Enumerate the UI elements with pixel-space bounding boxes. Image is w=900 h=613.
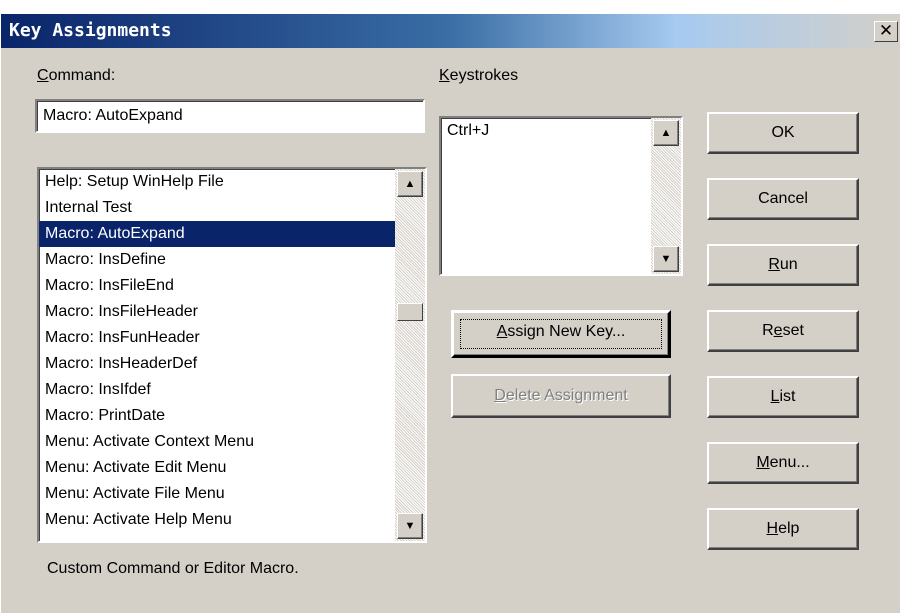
scroll-up-icon: ▲ xyxy=(404,178,416,190)
keystrokes-scroll-down-button[interactable]: ▼ xyxy=(653,246,679,272)
list-item[interactable]: Macro: InsHeaderDef xyxy=(39,351,395,377)
list-button[interactable]: List xyxy=(707,376,859,418)
list-item[interactable]: Macro: InsFileEnd xyxy=(39,273,395,299)
list-item[interactable]: Macro: InsIfdef xyxy=(39,377,395,403)
dialog-title: Key Assignments xyxy=(9,20,172,41)
list-item[interactable]: Macro: InsDefine xyxy=(39,247,395,273)
list-item[interactable]: Menu: Activate Context Menu xyxy=(39,429,395,455)
delete-assignment-button[interactable]: Delete Assignment xyxy=(451,374,671,418)
list-item[interactable]: Macro: AutoExpand xyxy=(39,221,395,247)
command-description: Custom Command or Editor Macro. xyxy=(47,560,299,577)
list-item[interactable]: Menu: Activate File Menu xyxy=(39,481,395,507)
focus-ring xyxy=(460,319,662,349)
list-item[interactable]: Macro: InsFileHeader xyxy=(39,299,395,325)
keystrokes-scrollbar[interactable]: ▲ ▼ xyxy=(651,118,681,274)
scroll-down-icon: ▼ xyxy=(404,520,416,532)
command-list-scrollbar[interactable]: ▲ ▼ xyxy=(395,169,425,541)
command-list-items: Help: Setup WinHelp File Internal Test Mac… xyxy=(39,169,395,533)
scroll-down-button[interactable]: ▼ xyxy=(397,513,423,539)
cancel-button[interactable]: Cancel xyxy=(707,178,859,220)
title-bar[interactable]: Key Assignments ✕ xyxy=(1,14,900,48)
list-item[interactable]: Menu: Activate Help Menu xyxy=(39,507,395,533)
keystrokes-listbox[interactable]: Ctrl+J ▲ ▼ xyxy=(439,116,683,276)
scroll-up-icon: ▲ xyxy=(660,127,672,139)
assign-new-key-button[interactable]: Assign New Key... xyxy=(451,310,671,358)
menu-button[interactable]: Menu... xyxy=(707,442,859,484)
list-item[interactable]: Menu: Activate Edit Menu xyxy=(39,455,395,481)
ok-button[interactable]: OK xyxy=(707,112,859,154)
scroll-thumb[interactable] xyxy=(397,303,423,321)
reset-button[interactable]: Reset xyxy=(707,310,859,352)
run-button[interactable]: Run xyxy=(707,244,859,286)
list-item[interactable]: Internal Test xyxy=(39,195,395,221)
keystroke-item[interactable]: Ctrl+J xyxy=(447,122,489,140)
help-button[interactable]: Help xyxy=(707,508,859,550)
keystrokes-label: Keystrokes xyxy=(439,67,519,84)
command-input-value: Macro: AutoExpand xyxy=(43,107,183,124)
scroll-up-button[interactable]: ▲ xyxy=(397,171,423,197)
list-item[interactable]: Macro: InsFunHeader xyxy=(39,325,395,351)
scroll-down-icon: ▼ xyxy=(660,253,672,265)
list-item[interactable]: Macro: PrintDate xyxy=(39,403,395,429)
command-listbox[interactable]: Help: Setup WinHelp File Internal Test Mac… xyxy=(37,167,427,543)
command-input[interactable]: Macro: AutoExpand xyxy=(35,99,425,133)
keystrokes-scroll-up-button[interactable]: ▲ xyxy=(653,120,679,146)
list-item[interactable]: Help: Setup WinHelp File xyxy=(39,169,395,195)
close-button[interactable]: ✕ xyxy=(874,21,898,42)
command-label: Command: xyxy=(37,67,116,84)
key-assignments-dialog: Key Assignments ✕ Command: Macro: AutoEx… xyxy=(0,14,900,613)
close-icon: ✕ xyxy=(878,21,894,40)
